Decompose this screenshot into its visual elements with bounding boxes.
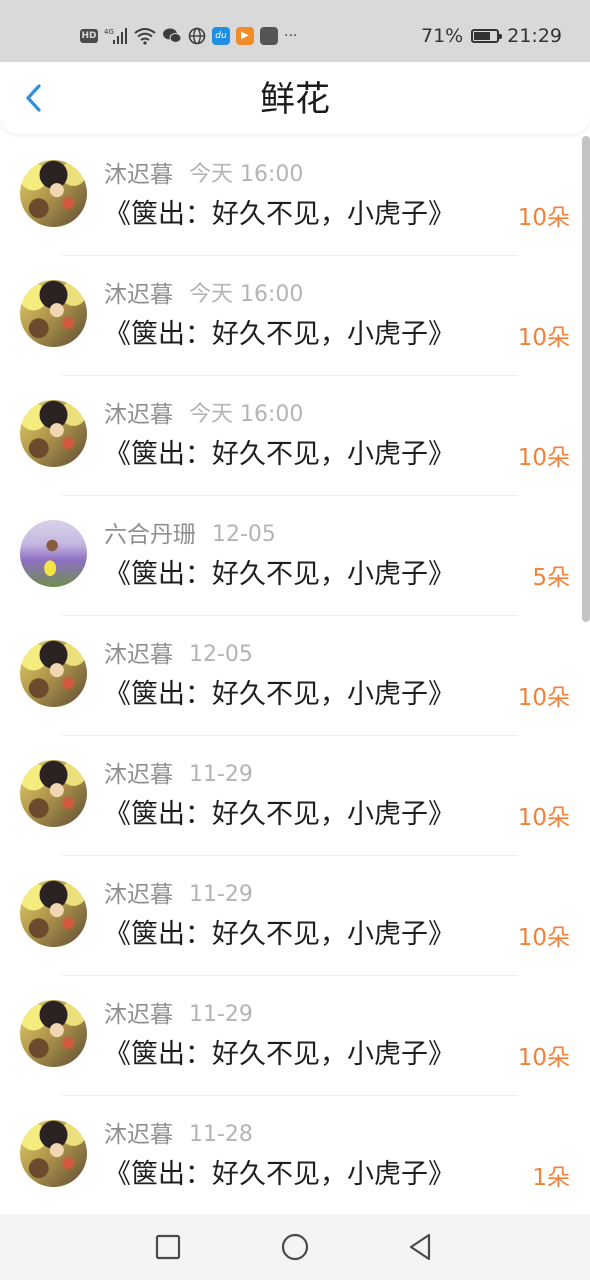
gift-date: 今天 16:00 bbox=[189, 282, 304, 307]
page-title: 鲜花 bbox=[259, 80, 330, 120]
user-avatar[interactable] bbox=[20, 640, 87, 707]
flower-list-item[interactable]: 沐迟暮 今天 16:00 《箧出：好久不见，小虎子》 10朵 bbox=[0, 136, 590, 256]
flower-list-item[interactable]: 沐迟暮 11-29 《箧出：好久不见，小虎子》 10朵 bbox=[0, 976, 590, 1096]
flower-count: 10朵 bbox=[517, 805, 570, 831]
sender-name[interactable]: 沐迟暮 bbox=[104, 761, 173, 789]
flower-list-item[interactable]: 沐迟暮 11-29 《箧出：好久不见，小虎子》 10朵 bbox=[0, 856, 590, 976]
gift-date: 11-28 bbox=[189, 1122, 253, 1147]
user-avatar[interactable] bbox=[20, 1000, 87, 1067]
user-avatar[interactable] bbox=[20, 1120, 87, 1187]
status-icons: HD 4G du ▶ ··· bbox=[80, 24, 297, 48]
book-title: 《箧出：好久不见，小虎子》 bbox=[104, 319, 455, 350]
flower-list-item[interactable]: 沐迟暮 12-05 《箧出：好久不见，小虎子》 10朵 bbox=[0, 616, 590, 736]
flower-list-item[interactable]: 六合丹珊 12-05 《箧出：好久不见，小虎子》 5朵 bbox=[0, 496, 590, 616]
gift-date: 11-29 bbox=[189, 882, 253, 907]
battery-level bbox=[474, 32, 491, 40]
cellular-signal-icon: 4G bbox=[104, 26, 128, 46]
flower-list-item[interactable]: 沐迟暮 今天 16:00 《箧出：好久不见，小虎子》 10朵 bbox=[0, 376, 590, 496]
home-button[interactable] bbox=[277, 1229, 313, 1265]
back-nav-button[interactable] bbox=[402, 1229, 438, 1265]
book-title: 《箧出：好久不见，小虎子》 bbox=[104, 919, 455, 950]
flower-count: 5朵 bbox=[532, 565, 570, 591]
flower-count: 10朵 bbox=[517, 925, 570, 951]
wechat-icon bbox=[162, 26, 182, 46]
square-icon bbox=[155, 1234, 181, 1260]
book-title: 《箧出：好久不见，小虎子》 bbox=[104, 799, 455, 830]
wifi-icon bbox=[134, 26, 156, 46]
user-avatar[interactable] bbox=[20, 520, 87, 587]
sender-name[interactable]: 沐迟暮 bbox=[104, 161, 173, 189]
user-avatar[interactable] bbox=[20, 760, 87, 827]
user-avatar[interactable] bbox=[20, 160, 87, 227]
app-header: 鲜花 bbox=[0, 62, 590, 134]
book-title: 《箧出：好久不见，小虎子》 bbox=[104, 439, 455, 470]
flower-count: 10朵 bbox=[517, 685, 570, 711]
flower-list-item[interactable]: 沐迟暮 今天 16:00 《箧出：好久不见，小虎子》 10朵 bbox=[0, 256, 590, 376]
sender-name[interactable]: 沐迟暮 bbox=[104, 401, 173, 429]
book-title: 《箧出：好久不见，小虎子》 bbox=[104, 559, 455, 590]
recent-apps-button[interactable] bbox=[150, 1229, 186, 1265]
flower-count: 10朵 bbox=[517, 445, 570, 471]
battery-percent: 71% bbox=[421, 25, 464, 47]
system-nav-bar bbox=[0, 1214, 590, 1280]
flower-count: 10朵 bbox=[517, 325, 570, 351]
flower-list[interactable]: 沐迟暮 今天 16:00 《箧出：好久不见，小虎子》 10朵 沐迟暮 今天 16:00 《箧… bbox=[0, 136, 590, 1214]
book-title: 《箧出：好久不见，小虎子》 bbox=[104, 1159, 455, 1190]
sender-name[interactable]: 沐迟暮 bbox=[104, 1001, 173, 1029]
app-notification-icon bbox=[260, 27, 278, 45]
scrollbar[interactable] bbox=[582, 136, 590, 622]
sender-name[interactable]: 沐迟暮 bbox=[104, 281, 173, 309]
sender-name[interactable]: 沐迟暮 bbox=[104, 641, 173, 669]
more-notifications-icon: ··· bbox=[284, 28, 298, 44]
sender-name[interactable]: 六合丹珊 bbox=[104, 521, 196, 549]
gift-date: 11-29 bbox=[189, 762, 253, 787]
clock: 21:29 bbox=[507, 25, 562, 47]
flower-count: 10朵 bbox=[517, 205, 570, 231]
triangle-left-icon bbox=[409, 1233, 431, 1261]
sender-name[interactable]: 沐迟暮 bbox=[104, 1121, 173, 1149]
du-app-icon: du bbox=[212, 27, 230, 45]
gift-date: 12-05 bbox=[212, 522, 276, 547]
gift-date: 今天 16:00 bbox=[189, 162, 304, 187]
user-avatar[interactable] bbox=[20, 400, 87, 467]
flower-count: 1朵 bbox=[532, 1165, 570, 1191]
network-type-label: 4G bbox=[104, 28, 114, 36]
battery-icon bbox=[471, 29, 503, 43]
hd-icon: HD bbox=[80, 29, 98, 43]
flower-count: 10朵 bbox=[517, 1045, 570, 1071]
book-title: 《箧出：好久不见，小虎子》 bbox=[104, 1039, 455, 1070]
status-right: 71% 21:29 bbox=[421, 24, 562, 48]
flower-list-item[interactable]: 沐迟暮 11-29 《箧出：好久不见，小虎子》 10朵 bbox=[0, 736, 590, 856]
sender-name[interactable]: 沐迟暮 bbox=[104, 881, 173, 909]
gift-date: 11-29 bbox=[189, 1002, 253, 1027]
gift-date: 12-05 bbox=[189, 642, 253, 667]
user-avatar[interactable] bbox=[20, 280, 87, 347]
flower-list-item[interactable]: 沐迟暮 11-28 《箧出：好久不见，小虎子》 1朵 bbox=[0, 1096, 590, 1214]
user-avatar[interactable] bbox=[20, 880, 87, 947]
gift-date: 今天 16:00 bbox=[189, 402, 304, 427]
book-title: 《箧出：好久不见，小虎子》 bbox=[104, 199, 455, 230]
play-app-icon: ▶ bbox=[236, 27, 254, 45]
status-bar: HD 4G du ▶ ··· 71% 21:29 bbox=[0, 0, 590, 62]
globe-icon bbox=[188, 26, 206, 46]
circle-icon bbox=[281, 1233, 309, 1261]
book-title: 《箧出：好久不见，小虎子》 bbox=[104, 679, 455, 710]
